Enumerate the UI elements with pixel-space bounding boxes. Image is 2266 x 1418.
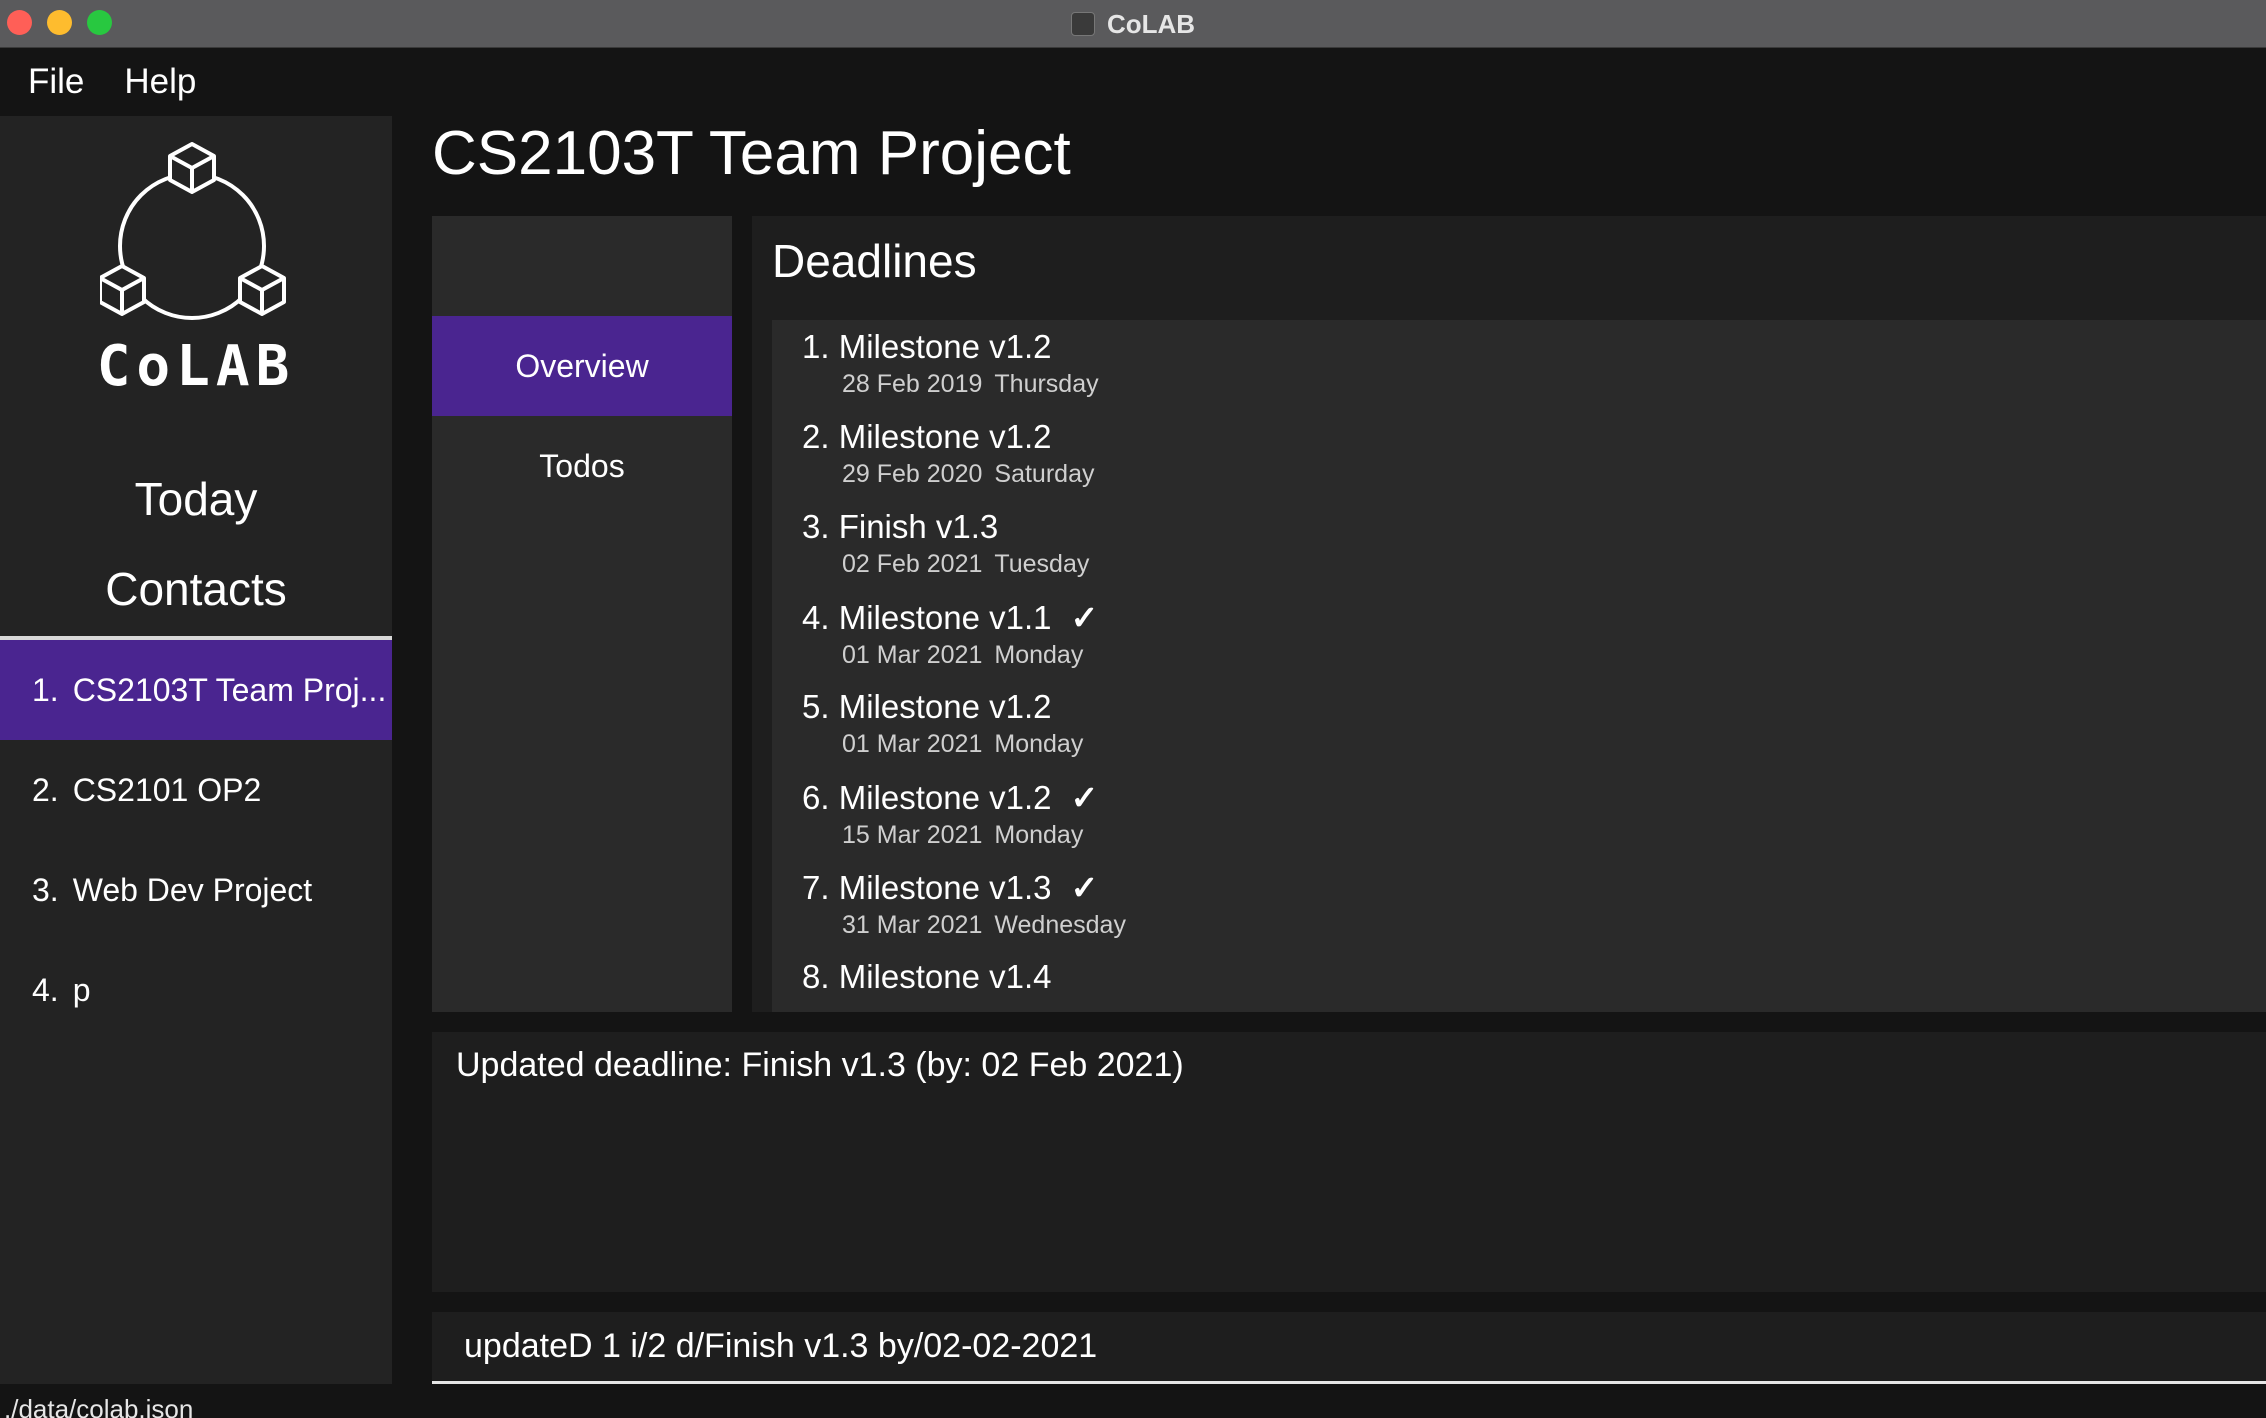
menu-file[interactable]: File bbox=[28, 62, 84, 102]
deadline-title: Milestone v1.1 bbox=[838, 599, 1052, 636]
deadlines-list[interactable]: 1. Milestone v1.2 28 Feb 2019 Thursday 2.… bbox=[772, 320, 2266, 1012]
deadline-date-line: 02 Feb 2021 Tuesday bbox=[842, 550, 1089, 579]
project-index: 2. bbox=[32, 771, 59, 808]
deadline-title-line: 1. Milestone v1.2 bbox=[802, 328, 1099, 366]
result-display: Updated deadline: Finish v1.3 (by: 02 Fe… bbox=[432, 1032, 2266, 1292]
tab-todos[interactable]: Todos bbox=[432, 416, 732, 516]
deadline-index: 7. bbox=[802, 869, 830, 906]
project-name: CS2101 OP2 bbox=[72, 771, 262, 808]
deadline-day: Tuesday bbox=[994, 550, 1090, 578]
page-title: CS2103T Team Project bbox=[432, 119, 1071, 188]
deadline-title: Milestone v1.3 bbox=[838, 869, 1052, 906]
deadline-index: 4. bbox=[802, 599, 830, 636]
done-check-icon: ✓ bbox=[1070, 779, 1099, 816]
project-name: CS2103T Team Proj... bbox=[72, 671, 387, 708]
window-title-text: CoLAB bbox=[1106, 8, 1196, 39]
nav-today[interactable]: Today bbox=[0, 472, 392, 526]
deadline-title-line: 2. Milestone v1.2 bbox=[802, 418, 1094, 456]
deadline-item[interactable]: 1. Milestone v1.2 28 Feb 2019 Thursday bbox=[802, 328, 1099, 418]
app-logo: CoLAB bbox=[0, 116, 392, 416]
deadline-day: Monday bbox=[994, 641, 1084, 669]
deadline-title-line: 4. Milestone v1.1 ✓ bbox=[802, 598, 1098, 637]
deadline-index: 5. bbox=[802, 688, 830, 725]
project-list-item[interactable]: 1. CS2103T Team Proj... bbox=[0, 640, 392, 740]
project-name: Web Dev Project bbox=[72, 871, 313, 908]
deadline-index: 1. bbox=[802, 328, 830, 365]
nav-contacts[interactable]: Contacts bbox=[0, 562, 392, 616]
deadline-title: Milestone v1.2 bbox=[838, 328, 1052, 365]
project-name: p bbox=[72, 971, 91, 1008]
deadline-item[interactable]: 4. Milestone v1.1 ✓ 01 Mar 2021 Monday bbox=[802, 598, 1098, 688]
app-icon bbox=[1070, 12, 1095, 36]
deadline-title-line: 5. Milestone v1.2 bbox=[802, 688, 1083, 726]
deadline-title-line: 7. Milestone v1.3 ✓ bbox=[802, 868, 1126, 907]
window-title: CoLAB bbox=[0, 0, 2266, 48]
deadline-item[interactable]: 7. Milestone v1.3 ✓ 31 Mar 2021 Wednesday bbox=[802, 868, 1126, 958]
deadline-day: Monday bbox=[994, 821, 1084, 849]
project-tabs: Overview Todos bbox=[432, 216, 732, 1012]
deadline-index: 2. bbox=[802, 418, 830, 455]
status-bar-path: ./data/colab.json bbox=[0, 1384, 2266, 1418]
deadline-item[interactable]: 8. Milestone v1.4 bbox=[802, 958, 1051, 1012]
done-check-icon: ✓ bbox=[1070, 599, 1099, 636]
deadline-title: Milestone v1.4 bbox=[838, 958, 1052, 995]
deadline-item[interactable]: 2. Milestone v1.2 29 Feb 2020 Saturday bbox=[802, 418, 1094, 508]
project-list: 1. CS2103T Team Proj... 2. CS2101 OP2 3.… bbox=[0, 640, 392, 1040]
deadline-date: 01 Mar 2021 bbox=[842, 730, 983, 758]
deadline-title: Finish v1.3 bbox=[838, 508, 999, 545]
deadline-date-line: 28 Feb 2019 Thursday bbox=[842, 370, 1099, 399]
done-check-icon: ✓ bbox=[1070, 869, 1099, 906]
deadlines-panel: Deadlines 1. Milestone v1.2 28 Feb 2019 T… bbox=[752, 216, 2266, 1012]
deadline-day: Thursday bbox=[994, 370, 1099, 398]
deadline-date: 28 Feb 2019 bbox=[842, 370, 983, 398]
project-index: 4. bbox=[32, 971, 59, 1008]
deadline-day: Wednesday bbox=[994, 911, 1126, 939]
deadline-day: Saturday bbox=[994, 460, 1095, 488]
command-input[interactable]: updateD 1 i/2 d/Finish v1.3 by/02-02-202… bbox=[432, 1312, 2266, 1384]
deadline-item[interactable]: 5. Milestone v1.2 01 Mar 2021 Monday bbox=[802, 688, 1083, 778]
deadline-date: 31 Mar 2021 bbox=[842, 911, 983, 939]
deadline-index: 8. bbox=[802, 958, 830, 995]
deadline-date: 01 Mar 2021 bbox=[842, 641, 983, 669]
project-list-item[interactable]: 2. CS2101 OP2 bbox=[0, 740, 392, 840]
tab-overview[interactable]: Overview bbox=[432, 316, 732, 416]
deadline-date-line: 31 Mar 2021 Wednesday bbox=[842, 911, 1126, 940]
project-list-item[interactable]: 3. Web Dev Project bbox=[0, 840, 392, 940]
deadline-date-line: 01 Mar 2021 Monday bbox=[842, 730, 1083, 759]
deadline-title-line: 8. Milestone v1.4 bbox=[802, 958, 1051, 996]
deadline-index: 6. bbox=[802, 779, 830, 816]
deadline-date: 15 Mar 2021 bbox=[842, 821, 983, 849]
deadlines-header: Deadlines bbox=[772, 235, 977, 287]
deadline-item[interactable]: 3. Finish v1.3 02 Feb 2021 Tuesday bbox=[802, 508, 1089, 598]
colab-logo-icon bbox=[100, 142, 286, 320]
deadline-title: Milestone v1.2 bbox=[838, 418, 1052, 455]
menu-bar: File Help bbox=[0, 48, 2266, 116]
deadline-date-line: 15 Mar 2021 Monday bbox=[842, 821, 1098, 850]
logo-text: CoLAB bbox=[96, 334, 296, 399]
deadline-title: Milestone v1.2 bbox=[838, 688, 1052, 725]
deadline-title-line: 3. Finish v1.3 bbox=[802, 508, 1089, 546]
deadline-title-line: 6. Milestone v1.2 ✓ bbox=[802, 778, 1098, 817]
deadline-date-line: 01 Mar 2021 Monday bbox=[842, 641, 1098, 670]
project-list-item[interactable]: 4. p bbox=[0, 940, 392, 1040]
menu-help[interactable]: Help bbox=[124, 62, 196, 102]
deadline-date-line: 29 Feb 2020 Saturday bbox=[842, 460, 1094, 489]
deadline-item[interactable]: 6. Milestone v1.2 ✓ 15 Mar 2021 Monday bbox=[802, 778, 1098, 868]
deadline-date: 02 Feb 2021 bbox=[842, 550, 983, 578]
deadline-date: 29 Feb 2020 bbox=[842, 460, 983, 488]
project-index: 3. bbox=[32, 871, 59, 908]
project-index: 1. bbox=[32, 671, 59, 708]
deadline-index: 3. bbox=[802, 508, 830, 545]
deadline-title: Milestone v1.2 bbox=[838, 779, 1052, 816]
sidebar: CoLAB Today Contacts 1. CS2103T Team Pro… bbox=[0, 116, 392, 1384]
window-title-bar: CoLAB bbox=[0, 0, 2266, 48]
deadline-day: Monday bbox=[994, 730, 1084, 758]
